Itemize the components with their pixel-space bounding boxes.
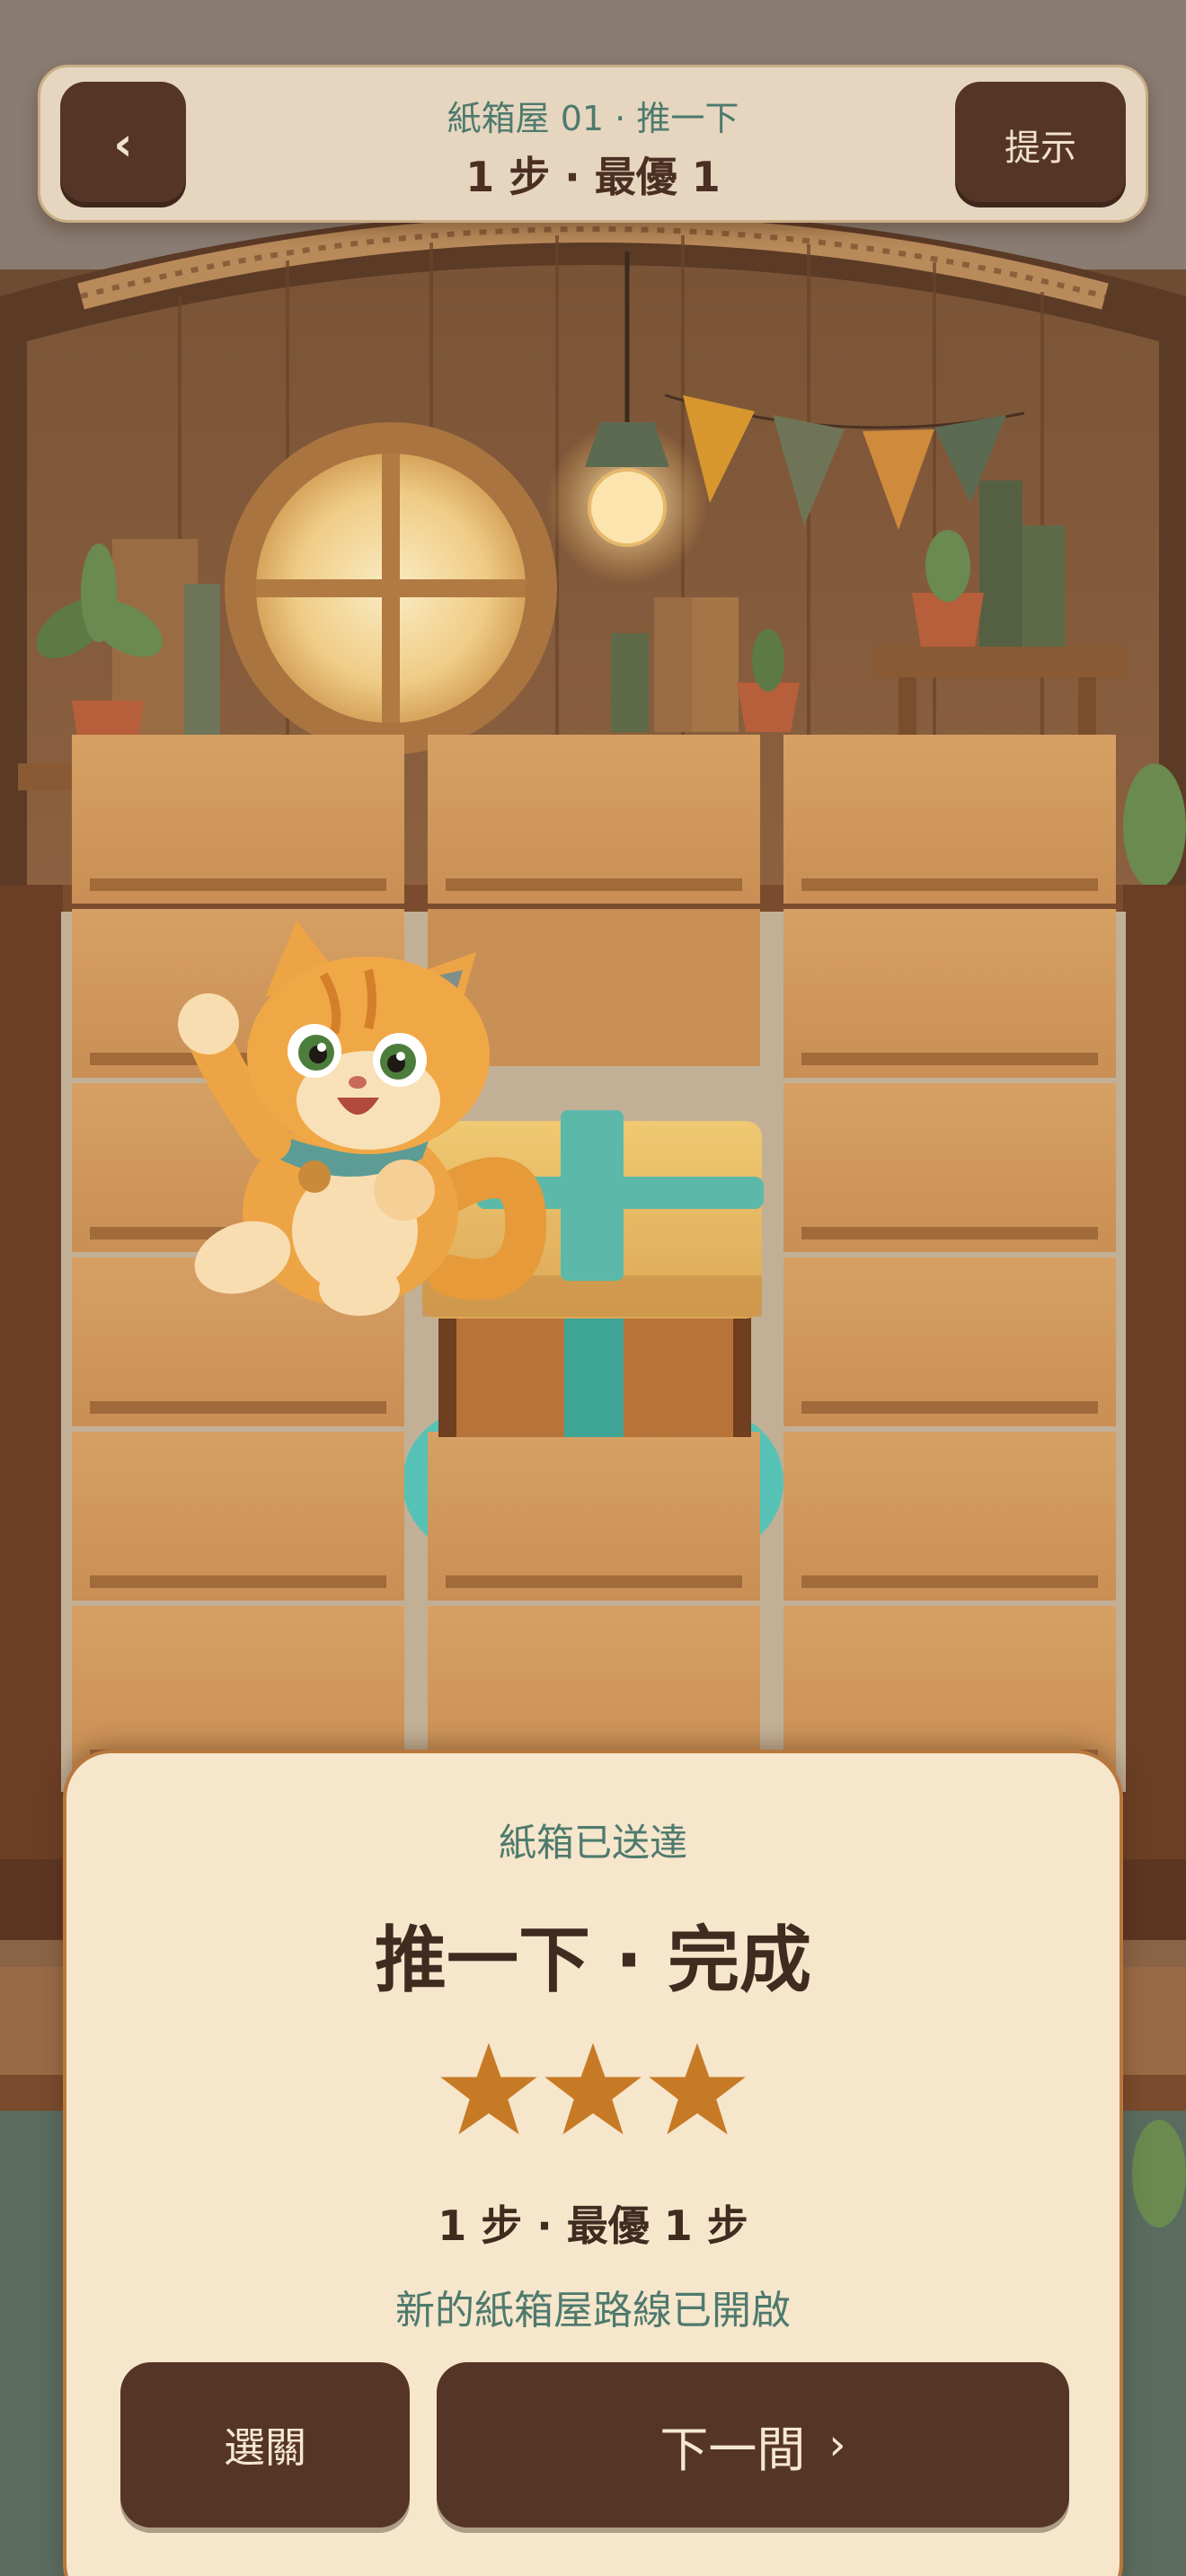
box-flap (801, 1053, 1098, 1065)
box-flap (801, 1227, 1098, 1239)
box-flap (801, 1575, 1098, 1588)
level-select-button[interactable]: 選關 (120, 2362, 410, 2527)
star-icon (649, 2042, 746, 2135)
cardboard-box (783, 1083, 1116, 1252)
level-complete-panel: 紙箱已送達 推一下 · 完成 1 步 · 最優 1 步 新的紙箱屋路線已開啟 選… (63, 1750, 1123, 2576)
star-rating (66, 2039, 1120, 2139)
star-icon (544, 2042, 642, 2135)
cardboard-box (783, 1432, 1116, 1601)
cardboard-box (783, 1257, 1116, 1426)
box-flap (446, 1575, 742, 1588)
cardboard-box (783, 909, 1116, 1078)
box-flap (801, 1401, 1098, 1414)
chevron-right-icon: › (828, 2420, 846, 2470)
unlock-message: 新的紙箱屋路線已開啟 (395, 2288, 791, 2333)
box-flap (801, 878, 1098, 891)
cardboard-box (72, 1432, 404, 1601)
level-select-label: 選關 (224, 2423, 306, 2472)
box-flap (90, 1575, 386, 1588)
complete-title: 推一下 · 完成 (374, 1919, 812, 2002)
hint-button[interactable]: 提示 (955, 82, 1126, 207)
delivered-subtitle: 紙箱已送達 (498, 1821, 687, 1865)
box-flap (446, 878, 742, 891)
next-level-button[interactable]: 下一間 › (437, 2362, 1069, 2527)
box-flap (90, 878, 386, 891)
star-icon (440, 2042, 537, 2135)
cardboard-box (72, 735, 404, 904)
cardboard-box (428, 735, 760, 904)
result-steps: 1 步 · 最優 1 步 (438, 2201, 748, 2250)
box-flap (90, 1401, 386, 1414)
cardboard-box (428, 1432, 760, 1601)
top-bar: ‹ 紙箱屋 01 · 推一下 1 步 · 最優 1 提示 (38, 65, 1148, 223)
next-level-label: 下一間 (659, 2421, 806, 2478)
cardboard-box (783, 735, 1116, 904)
